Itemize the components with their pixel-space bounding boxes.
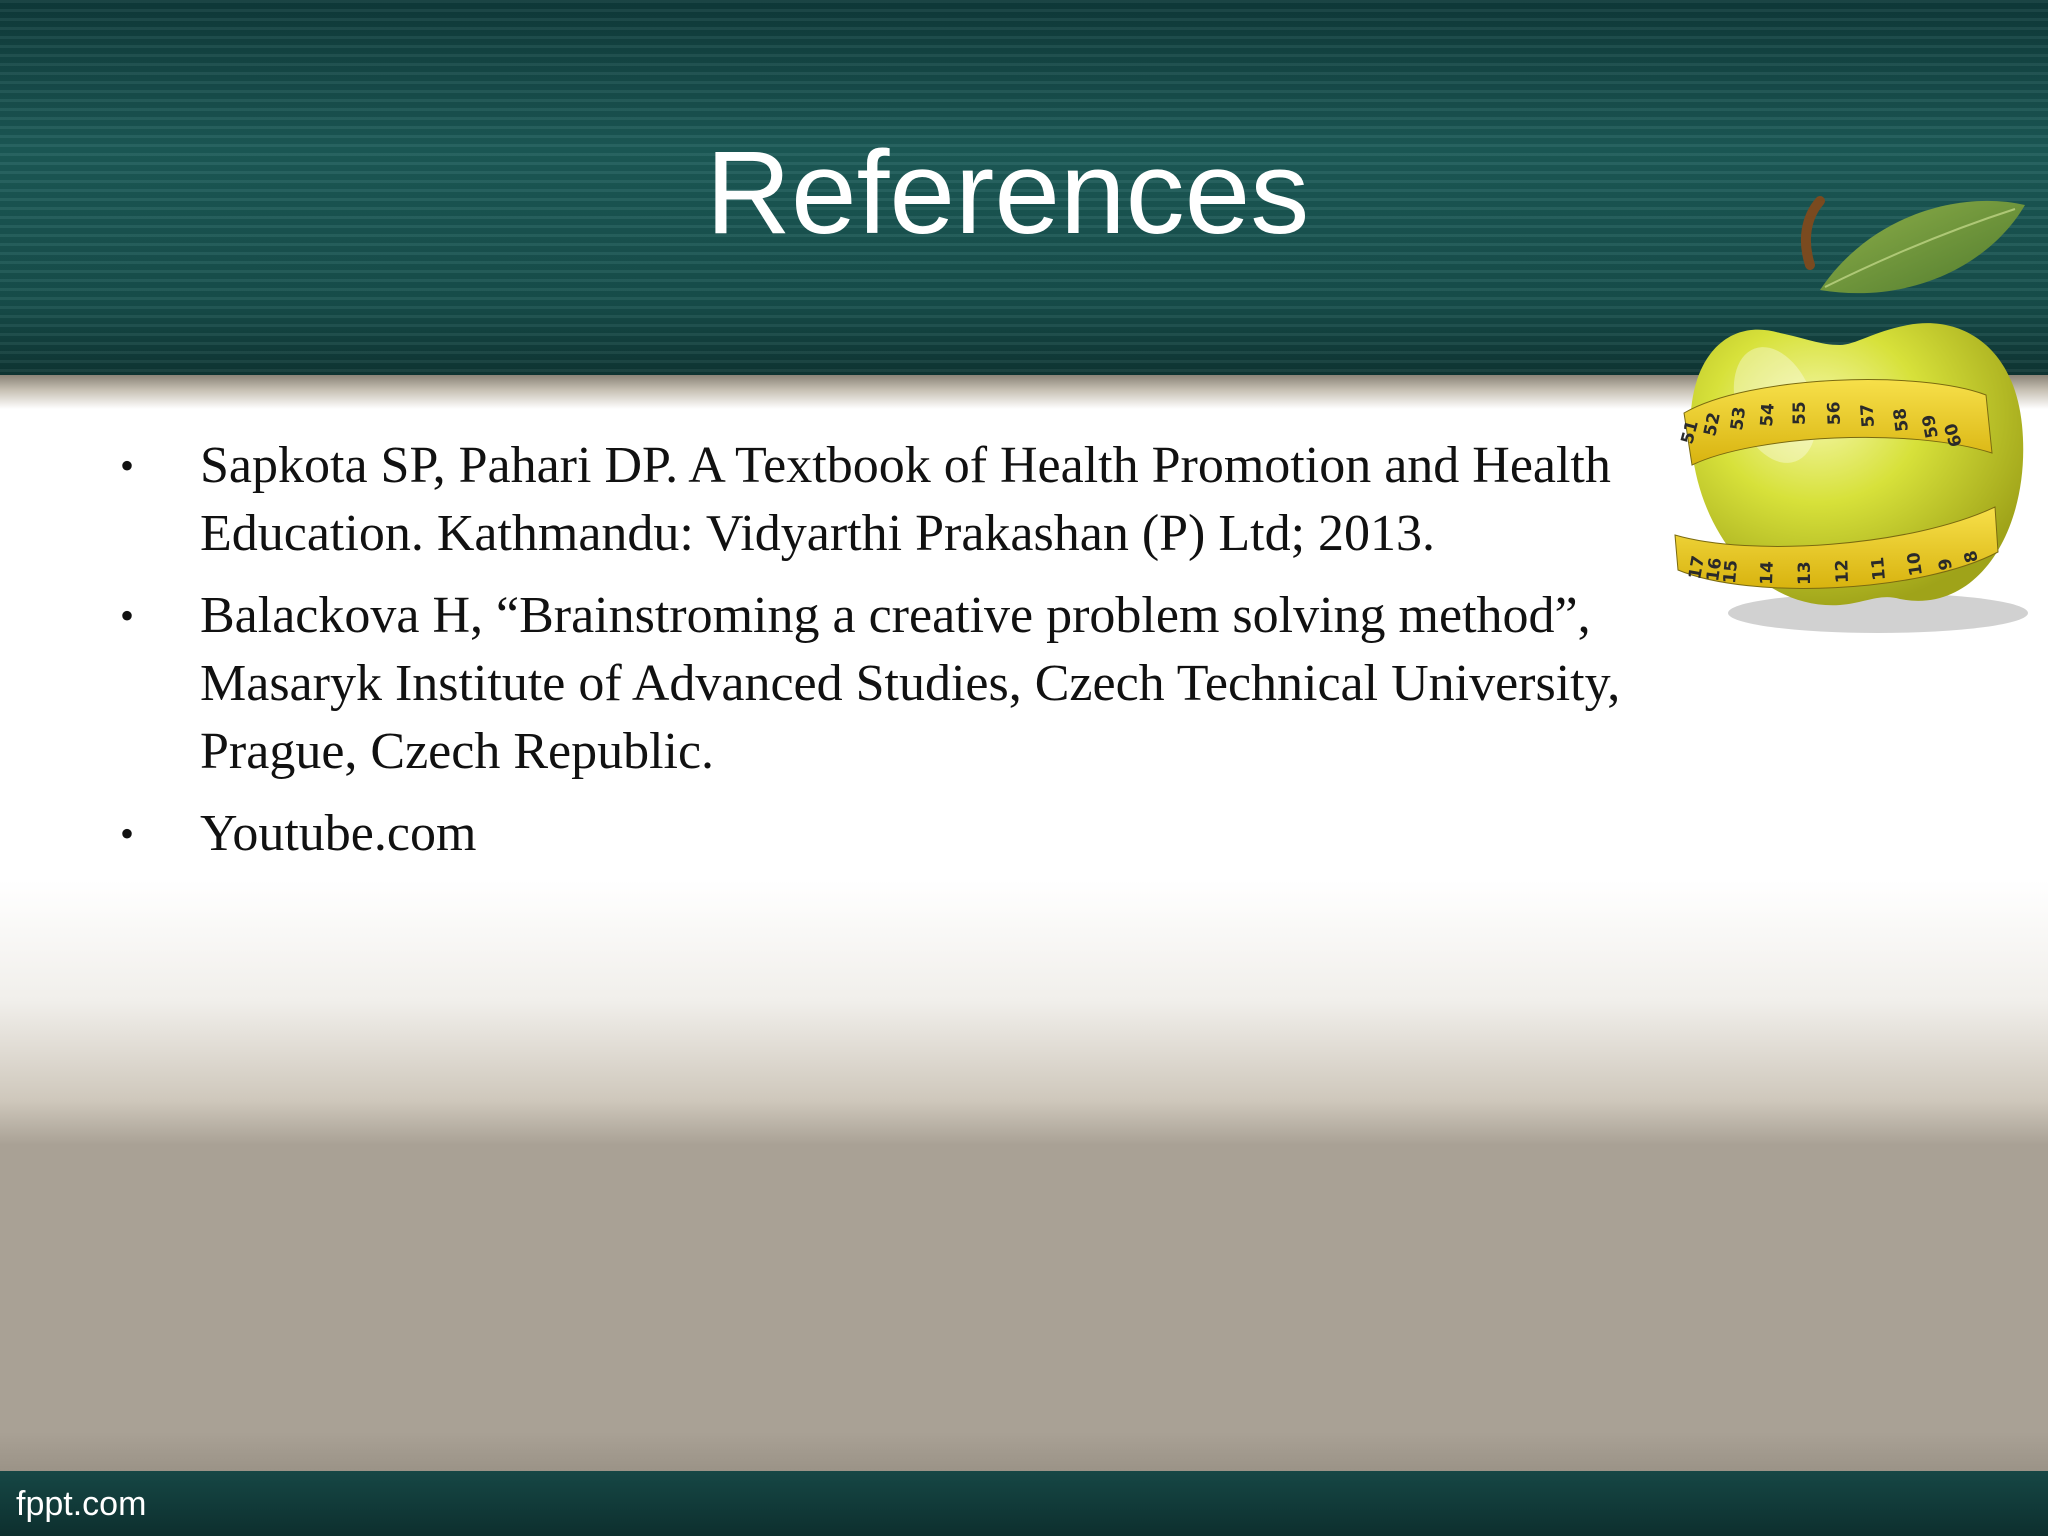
tape-number: 13 — [1795, 561, 1815, 585]
footer-band — [0, 1471, 2048, 1536]
bullet-icon: • — [120, 593, 135, 638]
bullet-icon: • — [120, 443, 135, 488]
references-list: • Sapkota SP, Pahari DP. A Textbook of H… — [120, 432, 1800, 882]
reference-line: Youtube.com — [200, 805, 477, 862]
footer-shadow — [0, 1432, 2048, 1471]
reference-line: Balackova H, “Brainstroming a creative p… — [200, 587, 1591, 644]
tape-number: 14 — [1757, 561, 1778, 586]
footer-brand: fppt.com — [16, 1485, 147, 1523]
tape-number: 57 — [1857, 403, 1879, 428]
reference-item-3: • Youtube.com — [120, 800, 1800, 868]
tape-number: 15 — [1720, 559, 1742, 584]
reference-line: Prague, Czech Republic. — [200, 723, 715, 780]
tape-number: 10 — [1904, 551, 1927, 577]
tape-number: 58 — [1890, 407, 1913, 433]
reference-line: Sapkota SP, Pahari DP. A Textbook of Hea… — [200, 437, 1611, 494]
reference-line: Education. Kathmandu: Vidyarthi Prakasha… — [200, 505, 1436, 562]
tape-number: 56 — [1824, 401, 1845, 425]
tape-number: 12 — [1832, 559, 1853, 583]
reference-line: Masaryk Institute of Advanced Studies, C… — [200, 655, 1621, 712]
tape-number: 55 — [1790, 401, 1810, 425]
apple-with-measuring-tape-icon: 51 52 53 54 55 56 57 58 59 60 17 16 15 1… — [1674, 196, 2028, 633]
tape-number: 54 — [1757, 402, 1779, 427]
bullet-icon: • — [120, 811, 135, 856]
tape-number: 11 — [1868, 556, 1890, 581]
reference-item-2: • Balackova H, “Brainstroming a creative… — [120, 582, 1800, 786]
slide: References • Sapkota SP, Pahari DP. A Te… — [0, 0, 2048, 1536]
reference-item-1: • Sapkota SP, Pahari DP. A Textbook of H… — [120, 432, 1800, 568]
tape-number: 53 — [1727, 405, 1750, 431]
